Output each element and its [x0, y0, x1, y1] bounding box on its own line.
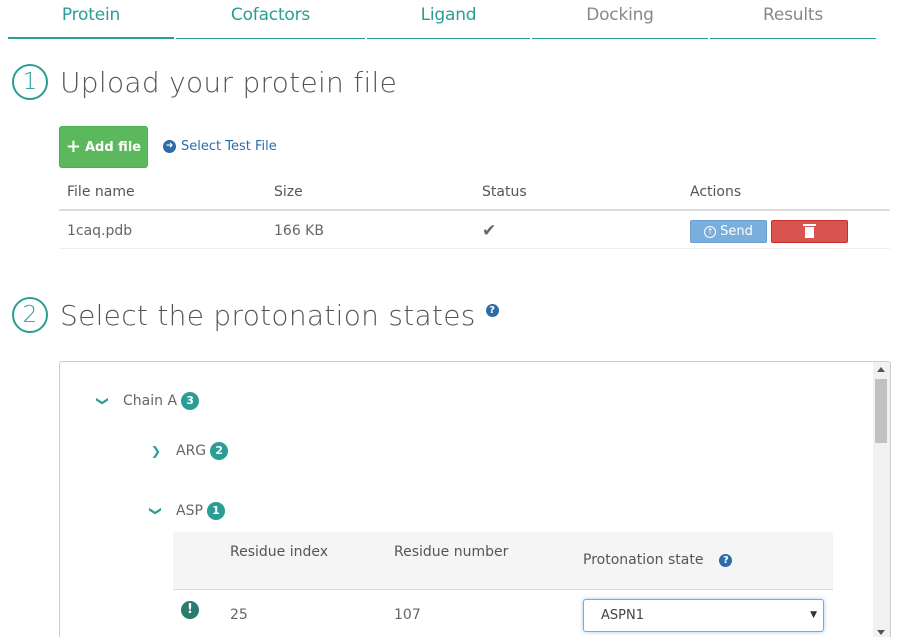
help-icon[interactable]: ?: [719, 553, 733, 567]
chevron-right-icon[interactable]: ❯: [149, 444, 163, 458]
tree-node-asp[interactable]: ❯ ASP 1: [149, 502, 225, 520]
add-file-button[interactable]: + Add file: [59, 126, 148, 168]
step-1-heading: 1 Upload your protein file: [12, 64, 397, 100]
send-label: Send: [720, 224, 753, 239]
residue-group-label: ARG: [176, 443, 207, 459]
tab-cofactors[interactable]: Cofactors: [176, 0, 365, 39]
step-1-title: Upload your protein file: [60, 65, 398, 99]
step-number-2: 2: [12, 297, 48, 333]
header-residue-number: Residue number: [394, 544, 509, 560]
chevron-down-icon[interactable]: ❯: [149, 504, 163, 518]
residue-table-header: Residue index Residue number Protonation…: [173, 532, 833, 590]
selected-state: ASPN1: [601, 608, 644, 623]
warning-icon: !: [181, 601, 199, 619]
header-status: Status: [482, 184, 527, 200]
tab-protein[interactable]: Protein: [8, 0, 174, 39]
add-file-label: Add file: [84, 139, 142, 155]
step-2-heading: 2 Select the protonation states ?: [12, 297, 499, 333]
scroll-up-arrow-icon[interactable]: [877, 367, 885, 372]
tab-results[interactable]: Results: [710, 0, 876, 39]
table-row: ! 25 107 ASPN1 ▼: [173, 590, 833, 637]
file-name: 1caq.pdb: [67, 223, 133, 239]
count-badge: 1: [206, 502, 225, 520]
step-number-1: 1: [12, 64, 48, 100]
tab-ligand[interactable]: Ligand: [367, 0, 530, 39]
chevron-down-icon[interactable]: ❯: [96, 394, 110, 408]
tab-docking[interactable]: Docking: [532, 0, 708, 39]
file-table-header: File name Size Status Actions: [59, 176, 890, 211]
header-file-name: File name: [67, 184, 135, 200]
help-icon[interactable]: ?: [485, 303, 499, 317]
residue-table: Residue index Residue number Protonation…: [173, 532, 833, 637]
scroll-down-arrow-icon[interactable]: [877, 630, 885, 635]
vertical-scrollbar[interactable]: [873, 362, 890, 637]
table-row: 1caq.pdb 166 KB ✔ ↑ Send: [59, 211, 890, 249]
count-badge: 2: [210, 442, 229, 460]
file-size: 166 KB: [274, 223, 324, 239]
chain-label: Chain A: [123, 393, 178, 409]
header-size: Size: [274, 184, 303, 200]
plus-icon: +: [65, 136, 81, 157]
residue-index: 25: [230, 607, 248, 623]
step-2-title: Select the protonation states: [60, 298, 476, 332]
tree-node-chain-a[interactable]: ❯ Chain A 3: [96, 392, 200, 410]
circle-arrow-right-icon: ➜: [163, 140, 176, 153]
residue-number: 107: [394, 607, 421, 623]
scroll-thumb[interactable]: [875, 379, 887, 443]
header-protonation-state: Protonation state ?: [583, 552, 733, 568]
delete-button[interactable]: [771, 220, 848, 243]
select-test-file-label: Select Test File: [181, 139, 277, 154]
wizard-tabs: Protein Cofactors Ligand Docking Results: [8, 0, 876, 39]
trash-icon: [803, 224, 816, 238]
header-residue-index: Residue index: [230, 544, 329, 560]
protonation-state-select[interactable]: ASPN1 ▼: [583, 599, 824, 632]
protonation-state-label: Protonation state: [583, 552, 704, 568]
upload-circle-icon: ↑: [704, 225, 717, 238]
tree-node-arg[interactable]: ❯ ARG 2: [149, 442, 229, 460]
checkmark-icon: ✔: [482, 221, 497, 241]
send-button[interactable]: ↑ Send: [690, 220, 767, 243]
protonation-panel: ❯ Chain A 3 ❯ ARG 2 ❯ ASP 1 Residue inde…: [59, 361, 891, 637]
count-badge: 3: [181, 392, 200, 410]
select-test-file-link[interactable]: ➜ Select Test File: [163, 139, 277, 154]
header-actions: Actions: [690, 184, 742, 200]
caret-down-icon: ▼: [810, 610, 817, 620]
file-table: File name Size Status Actions 1caq.pdb 1…: [59, 176, 890, 249]
residue-group-label: ASP: [176, 503, 203, 519]
